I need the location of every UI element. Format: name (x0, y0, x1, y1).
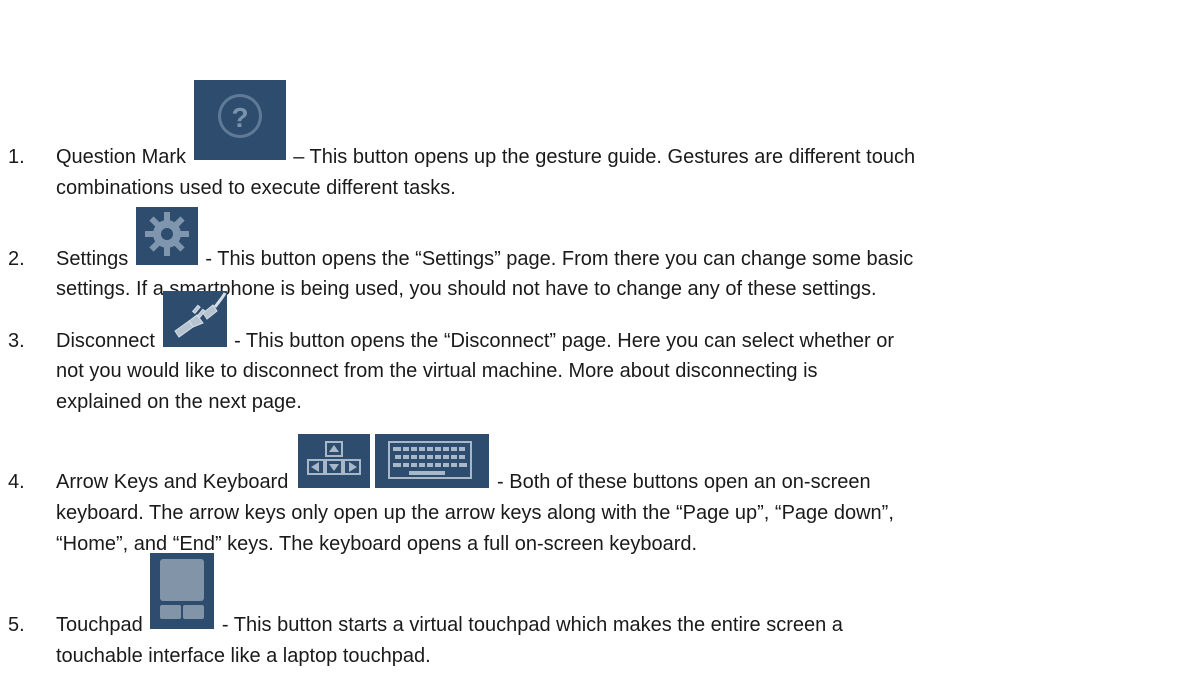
svg-text:?: ? (231, 102, 248, 133)
arrow-keys-icon (297, 433, 370, 488)
item-line-1: Arrow Keys and Keyboard - Both of these … (56, 433, 871, 497)
item-description: - Both of these buttons open an on-scree… (497, 471, 871, 493)
item-description: - This button starts a virtual touchpad … (221, 614, 843, 636)
keyboard-icon (375, 433, 490, 488)
item-name: Question Mark (56, 146, 187, 168)
item-name: Touchpad (56, 614, 143, 636)
item-description: - This button opens the “Settings” page.… (205, 248, 914, 270)
item-line-1: Touchpad - This button starts a virtual … (56, 552, 843, 640)
item-line-1: Settings - This button opens the “Settin… (56, 206, 914, 274)
item-line-2: touchable interface like a laptop touchp… (56, 645, 431, 667)
item-name: Settings (56, 248, 129, 270)
gear-icon (135, 206, 198, 265)
item-description: – This button opens up the gesture guide… (293, 146, 916, 168)
item-number: 2. (8, 248, 25, 270)
item-name: Disconnect (56, 330, 155, 352)
item-number: 1. (8, 146, 25, 168)
item-line-2: keyboard. The arrow keys only open up th… (56, 502, 894, 524)
item-number: 3. (8, 330, 25, 352)
item-line-2: not you would like to disconnect from th… (56, 360, 818, 382)
item-line-1: Disconnect - This button opens the “Disc… (56, 290, 895, 356)
item-number: 5. (8, 614, 25, 636)
item-description: - This button opens the “Disconnect” pag… (234, 330, 895, 352)
plug-icon (162, 290, 227, 347)
item-line-2: combinations used to execute different t… (56, 177, 456, 199)
item-line-1: Question Mark ? – This button opens up t… (56, 79, 916, 172)
item-number: 4. (8, 471, 25, 493)
item-name: Arrow Keys and Keyboard (56, 471, 289, 493)
question-mark-icon: ? (193, 79, 286, 160)
item-line-3: explained on the next page. (56, 391, 302, 413)
touchpad-icon (150, 552, 215, 629)
